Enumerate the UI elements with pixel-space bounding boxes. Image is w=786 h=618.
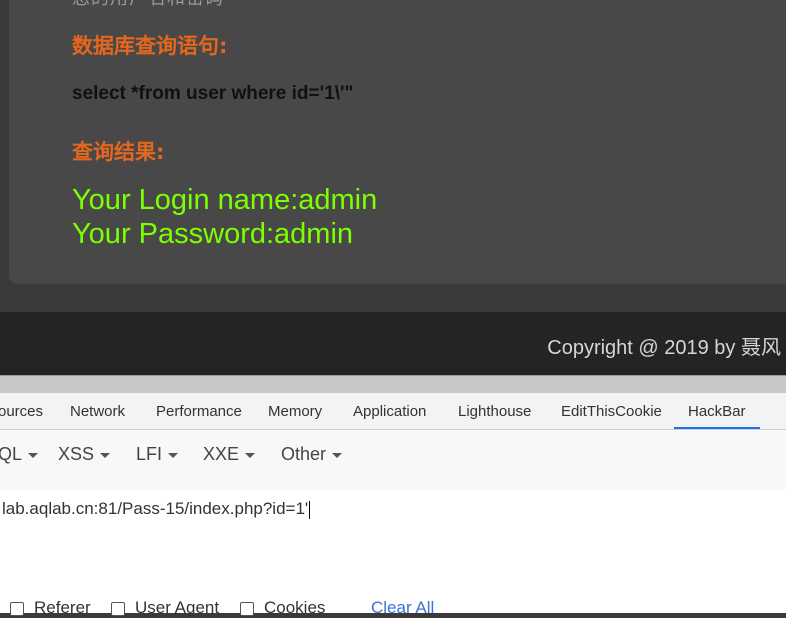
text-cursor: [309, 500, 311, 519]
url-text: lab.aqlab.cn:81/Pass-15/index.php?id=1': [2, 499, 309, 518]
page-footer: Copyright @ 2019 by 聂风: [0, 312, 786, 375]
menu-xxe[interactable]: XXE: [203, 444, 256, 465]
query-result-label: 查询结果:: [72, 140, 165, 164]
devtools-panel: ources Network Performance Memory Applic…: [0, 375, 786, 617]
menu-xss-label: XSS: [58, 444, 95, 464]
menu-lfi[interactable]: LFI: [136, 444, 179, 465]
hackbar-options: Referer User Agent Cookies Clear All: [0, 574, 786, 617]
cut-off-text: 您的用户名和密码: [72, 0, 224, 10]
chevron-down-icon: [28, 452, 39, 458]
checkbox-icon: [10, 601, 24, 616]
user-agent-checkbox[interactable]: User Agent: [111, 598, 219, 618]
tab-sources[interactable]: ources: [0, 393, 43, 429]
devtools-resize-bar[interactable]: [0, 375, 786, 394]
clear-all-button[interactable]: Clear All: [371, 598, 434, 618]
user-agent-label: User Agent: [135, 598, 220, 617]
sql-query-text: select *from user where id='1\'": [72, 83, 354, 104]
referer-label: Referer: [34, 598, 91, 617]
chevron-down-icon: [332, 452, 343, 458]
menu-xxe-label: XXE: [203, 444, 240, 464]
menu-sql[interactable]: QL: [0, 444, 39, 465]
menu-lfi-label: LFI: [136, 444, 163, 464]
tab-editthiscookie[interactable]: EditThisCookie: [561, 393, 662, 429]
tab-network[interactable]: Network: [70, 393, 125, 429]
tab-application[interactable]: Application: [353, 393, 426, 429]
menu-other[interactable]: Other: [281, 444, 343, 465]
url-input[interactable]: lab.aqlab.cn:81/Pass-15/index.php?id=1': [0, 490, 786, 575]
menu-xss[interactable]: XSS: [58, 444, 111, 465]
tab-performance[interactable]: Performance: [156, 393, 242, 429]
tab-memory[interactable]: Memory: [268, 393, 322, 429]
chevron-down-icon: [100, 452, 111, 458]
tab-lighthouse[interactable]: Lighthouse: [458, 393, 531, 429]
chevron-down-icon: [245, 452, 256, 458]
checkbox-icon: [111, 601, 125, 616]
menu-sql-label: QL: [0, 444, 23, 464]
hackbar-menu-bar: QL XSS LFI XXE Other: [0, 430, 786, 491]
login-name-result: Your Login name:admin: [72, 184, 378, 216]
url-input-value: lab.aqlab.cn:81/Pass-15/index.php?id=1': [2, 499, 311, 519]
devtools-tab-bar: ources Network Performance Memory Applic…: [0, 393, 786, 430]
cookies-checkbox[interactable]: Cookies: [240, 598, 325, 618]
tab-hackbar[interactable]: HackBar: [674, 393, 760, 429]
db-query-label: 数据库查询语句:: [72, 34, 228, 58]
referer-checkbox[interactable]: Referer: [10, 598, 91, 618]
checkbox-icon: [240, 601, 254, 616]
copyright-text: Copyright @ 2019 by 聂风: [547, 337, 781, 359]
chevron-down-icon: [168, 452, 179, 458]
password-result: Your Password:admin: [72, 218, 354, 250]
cookies-label: Cookies: [264, 598, 326, 617]
menu-other-label: Other: [281, 444, 327, 464]
